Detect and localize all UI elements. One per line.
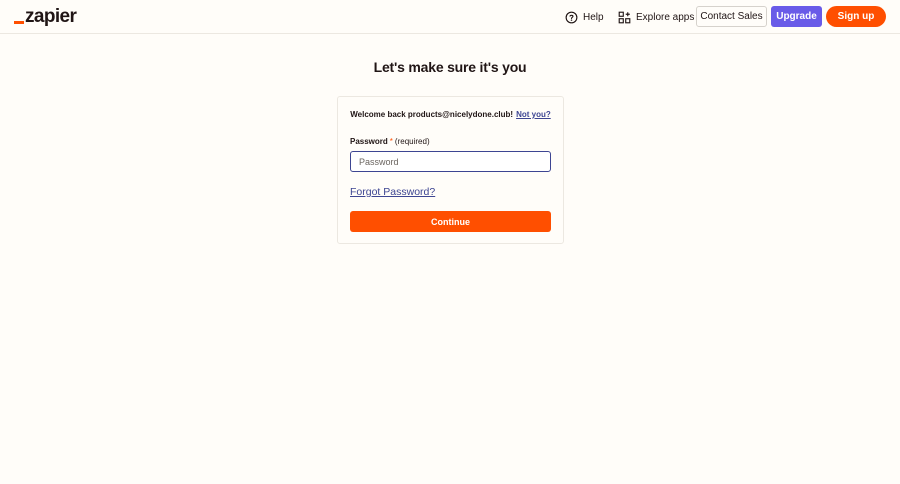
help-link[interactable]: Help — [565, 9, 604, 25]
help-label: Help — [583, 11, 604, 23]
sign-up-button[interactable]: Sign up — [826, 6, 886, 27]
continue-button[interactable]: Continue — [350, 211, 551, 232]
login-card: Welcome back products@nicelydone.club! No… — [337, 96, 564, 244]
welcome-text: Welcome back products@nicelydone.club! — [350, 110, 514, 119]
question-circle-icon — [565, 11, 578, 23]
upgrade-button[interactable]: Upgrade — [771, 6, 822, 27]
password-label: Password — [350, 137, 388, 146]
logo-underscore-mark — [14, 21, 24, 24]
password-field-label: Password * (required) — [350, 137, 430, 146]
explore-apps-label: Explore apps — [636, 11, 695, 23]
page-title: Let's make sure it's you — [373, 59, 527, 75]
zapier-logo[interactable]: zapier — [14, 6, 77, 27]
logo-text: zapier — [25, 6, 77, 27]
password-input[interactable] — [350, 151, 551, 172]
required-text: (required) — [394, 137, 430, 146]
forgot-password-link[interactable]: Forgot Password? — [350, 186, 435, 198]
not-you-link[interactable]: Not you? — [516, 110, 551, 119]
contact-sales-button[interactable]: Contact Sales — [696, 6, 767, 27]
top-navigation-bar: zapier Help Explore apps Contact Sales U… — [0, 0, 900, 34]
explore-apps-link[interactable]: Explore apps — [618, 9, 694, 25]
welcome-message: Welcome back products@nicelydone.club! No… — [338, 110, 563, 119]
required-star: * — [389, 137, 393, 146]
apps-grid-icon — [618, 11, 631, 23]
